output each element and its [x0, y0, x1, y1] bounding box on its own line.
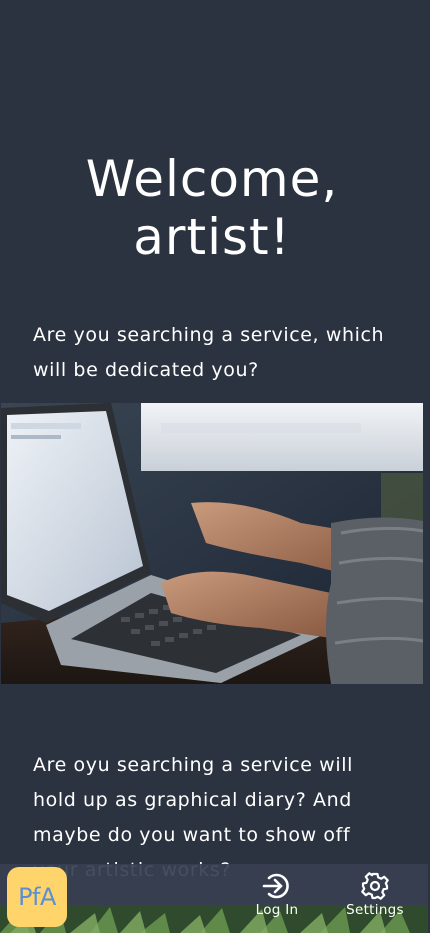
login-icon: [262, 873, 289, 899]
app-logo[interactable]: PfA: [7, 867, 67, 927]
gear-icon: [361, 872, 389, 900]
intro-paragraph-1: Are you searching a service, which will …: [33, 324, 385, 381]
settings-button[interactable]: Settings: [335, 872, 415, 928]
login-label: Log In: [255, 902, 299, 918]
app-screen: Welcome, artist! Are you searching a ser…: [0, 0, 430, 933]
page-title: Welcome, artist!: [85, 150, 339, 266]
login-button[interactable]: Log In: [237, 872, 317, 928]
settings-label: Settings: [346, 902, 404, 918]
hero-image: [1, 403, 423, 684]
